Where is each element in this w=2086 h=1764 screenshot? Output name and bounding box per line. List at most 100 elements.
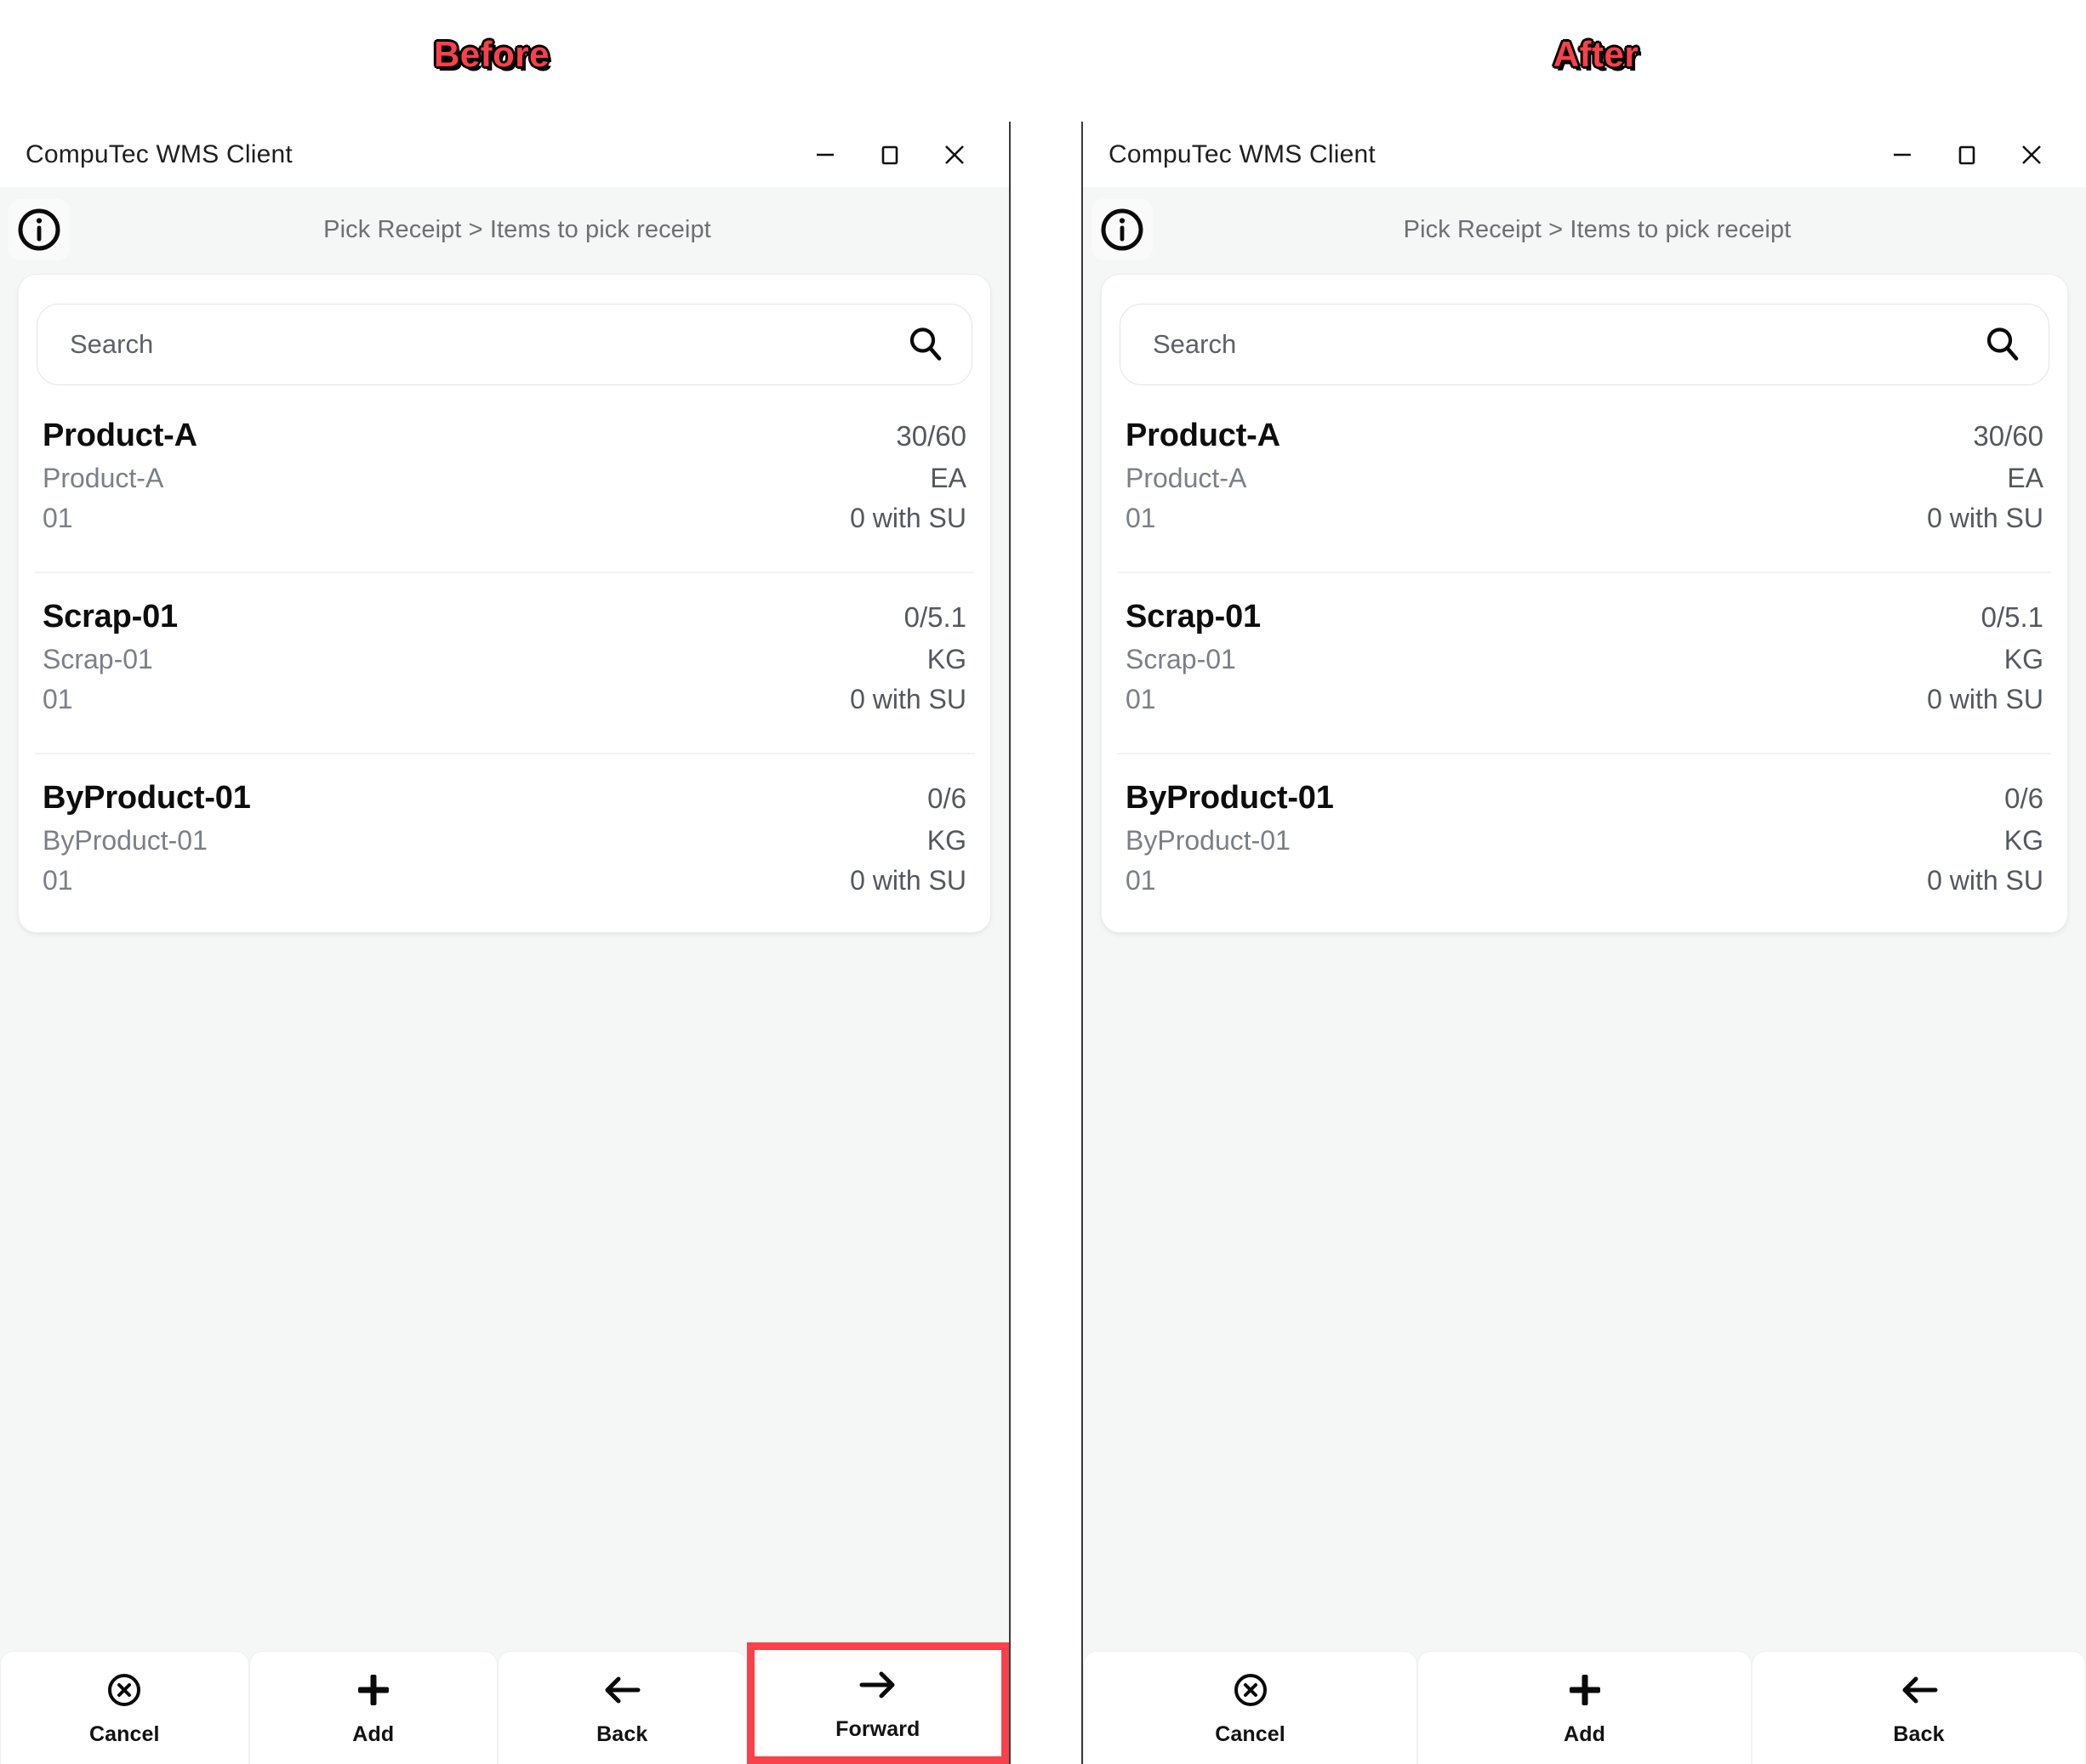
table-row[interactable]: Product-A 30/60 Product-A EA 01 0 with S… <box>1118 392 2051 573</box>
sub-header: Pick Receipt > Items to pick receipt <box>1083 187 2086 272</box>
items-card: Search Product-A 30/60 Product-A EA 01 0… <box>18 274 991 933</box>
item-quantity: 30/60 <box>896 420 966 452</box>
item-line-code: 01 <box>1126 684 1156 714</box>
item-su: 0 with SU <box>1927 684 2043 714</box>
cancel-circle-icon <box>104 1670 145 1710</box>
title-bar: CompuTec WMS Client <box>0 122 1009 187</box>
item-su: 0 with SU <box>1927 503 2043 533</box>
search-input[interactable]: Search <box>70 329 905 360</box>
item-title: Product-A <box>1126 418 1280 453</box>
search-field[interactable]: Search <box>37 304 972 385</box>
search-field[interactable]: Search <box>1120 304 2049 385</box>
item-unit: KG <box>2003 644 2043 674</box>
item-unit: KG <box>926 825 966 856</box>
search-icon[interactable] <box>1982 324 2023 365</box>
back-button-label: Back <box>1893 1721 1945 1746</box>
item-su: 0 with SU <box>1927 865 2043 896</box>
close-icon[interactable] <box>922 129 987 180</box>
item-subtitle: Scrap-01 <box>43 644 153 674</box>
item-title: ByProduct-01 <box>43 780 251 816</box>
items-list: Product-A 30/60 Product-A EA 01 0 with S… <box>1118 392 2051 925</box>
item-subtitle: ByProduct-01 <box>1126 825 1291 856</box>
item-title: Scrap-01 <box>1126 599 1261 634</box>
cancel-button[interactable]: Cancel <box>1083 1651 1417 1764</box>
bottom-toolbar: Cancel Add Back <box>1083 1642 2086 1764</box>
items-list: Product-A 30/60 Product-A EA 01 0 with S… <box>35 392 974 925</box>
cancel-circle-icon <box>1230 1670 1271 1710</box>
minimize-icon[interactable] <box>1870 129 1935 180</box>
forward-button[interactable]: Forward <box>746 1642 1009 1764</box>
maximize-icon[interactable] <box>858 129 922 180</box>
plus-icon <box>1564 1670 1605 1710</box>
info-icon[interactable] <box>9 199 70 260</box>
item-subtitle: Scrap-01 <box>1126 644 1236 674</box>
item-subtitle: Product-A <box>1126 463 1247 493</box>
table-row[interactable]: Scrap-01 0/5.1 Scrap-01 KG 01 0 with SU <box>1118 573 2051 754</box>
item-unit: EA <box>2007 463 2043 493</box>
item-su: 0 with SU <box>850 684 966 714</box>
table-row[interactable]: Scrap-01 0/5.1 Scrap-01 KG 01 0 with SU <box>35 573 974 754</box>
sub-header: Pick Receipt > Items to pick receipt <box>0 187 1009 272</box>
title-bar: CompuTec WMS Client <box>1083 122 2086 187</box>
forward-button-label: Forward <box>835 1717 920 1741</box>
table-row[interactable]: ByProduct-01 0/6 ByProduct-01 KG 01 0 wi… <box>35 754 974 925</box>
arrow-left-icon <box>600 1670 644 1710</box>
search-input[interactable]: Search <box>1153 329 1982 360</box>
search-icon[interactable] <box>905 324 946 365</box>
close-icon[interactable] <box>1999 129 2064 180</box>
add-button-label: Add <box>1564 1721 1605 1746</box>
comparison-stage: Before After CompuTec WMS Client Pick Re… <box>0 0 2086 1764</box>
item-quantity: 0/5.1 <box>1981 601 2043 633</box>
item-subtitle: Product-A <box>43 463 164 493</box>
after-caption: After <box>1553 34 1639 74</box>
item-quantity: 0/5.1 <box>903 601 966 633</box>
window-controls <box>1870 129 2064 180</box>
cancel-button-label: Cancel <box>1215 1721 1285 1746</box>
breadcrumb: Pick Receipt > Items to pick receipt <box>1403 215 1792 243</box>
item-su: 0 with SU <box>850 503 966 533</box>
plus-icon <box>353 1670 394 1710</box>
app-title: CompuTec WMS Client <box>26 139 293 168</box>
add-button[interactable]: Add <box>248 1651 498 1764</box>
item-title: Scrap-01 <box>43 599 178 634</box>
back-button[interactable]: Back <box>498 1651 747 1764</box>
items-card: Search Product-A 30/60 Product-A EA 01 0… <box>1101 274 2068 933</box>
cancel-button-label: Cancel <box>88 1721 160 1746</box>
table-row[interactable]: Product-A 30/60 Product-A EA 01 0 with S… <box>35 392 974 573</box>
back-button[interactable]: Back <box>1752 1651 2086 1764</box>
item-su: 0 with SU <box>850 865 966 896</box>
item-line-code: 01 <box>1126 865 1156 896</box>
item-title: Product-A <box>43 418 197 453</box>
item-quantity: 30/60 <box>1973 420 2043 452</box>
bottom-toolbar: Cancel Add Back <box>0 1642 1009 1764</box>
item-line-code: 01 <box>43 503 73 533</box>
item-line-code: 01 <box>43 684 73 714</box>
info-icon[interactable] <box>1091 199 1153 260</box>
item-quantity: 0/6 <box>927 782 966 814</box>
before-caption: Before <box>433 34 550 74</box>
maximize-icon[interactable] <box>1935 129 1999 180</box>
table-row[interactable]: ByProduct-01 0/6 ByProduct-01 KG 01 0 wi… <box>1118 754 2051 925</box>
back-button-label: Back <box>596 1721 648 1746</box>
cancel-button[interactable]: Cancel <box>0 1651 249 1764</box>
item-line-code: 01 <box>1126 503 1156 533</box>
main-content: Search Product-A 30/60 Product-A EA 01 0… <box>0 274 1009 1644</box>
before-window: CompuTec WMS Client Pick Receipt > Items… <box>0 122 1011 1764</box>
minimize-icon[interactable] <box>793 129 858 180</box>
item-line-code: 01 <box>43 865 73 896</box>
after-window: CompuTec WMS Client Pick Receipt > Items… <box>1081 122 2086 1764</box>
item-unit: KG <box>2003 825 2043 856</box>
item-quantity: 0/6 <box>2004 782 2043 814</box>
window-controls <box>793 129 987 180</box>
item-unit: EA <box>930 463 966 493</box>
main-content: Search Product-A 30/60 Product-A EA 01 0… <box>1083 274 2086 1644</box>
arrow-left-icon <box>1897 1670 1941 1710</box>
add-button[interactable]: Add <box>1417 1651 1752 1764</box>
item-unit: KG <box>926 644 966 674</box>
item-subtitle: ByProduct-01 <box>43 825 208 856</box>
breadcrumb: Pick Receipt > Items to pick receipt <box>323 215 711 243</box>
add-button-label: Add <box>352 1721 395 1746</box>
arrow-right-icon <box>856 1664 900 1705</box>
item-title: ByProduct-01 <box>1126 780 1334 816</box>
app-title: CompuTec WMS Client <box>1109 139 1376 168</box>
